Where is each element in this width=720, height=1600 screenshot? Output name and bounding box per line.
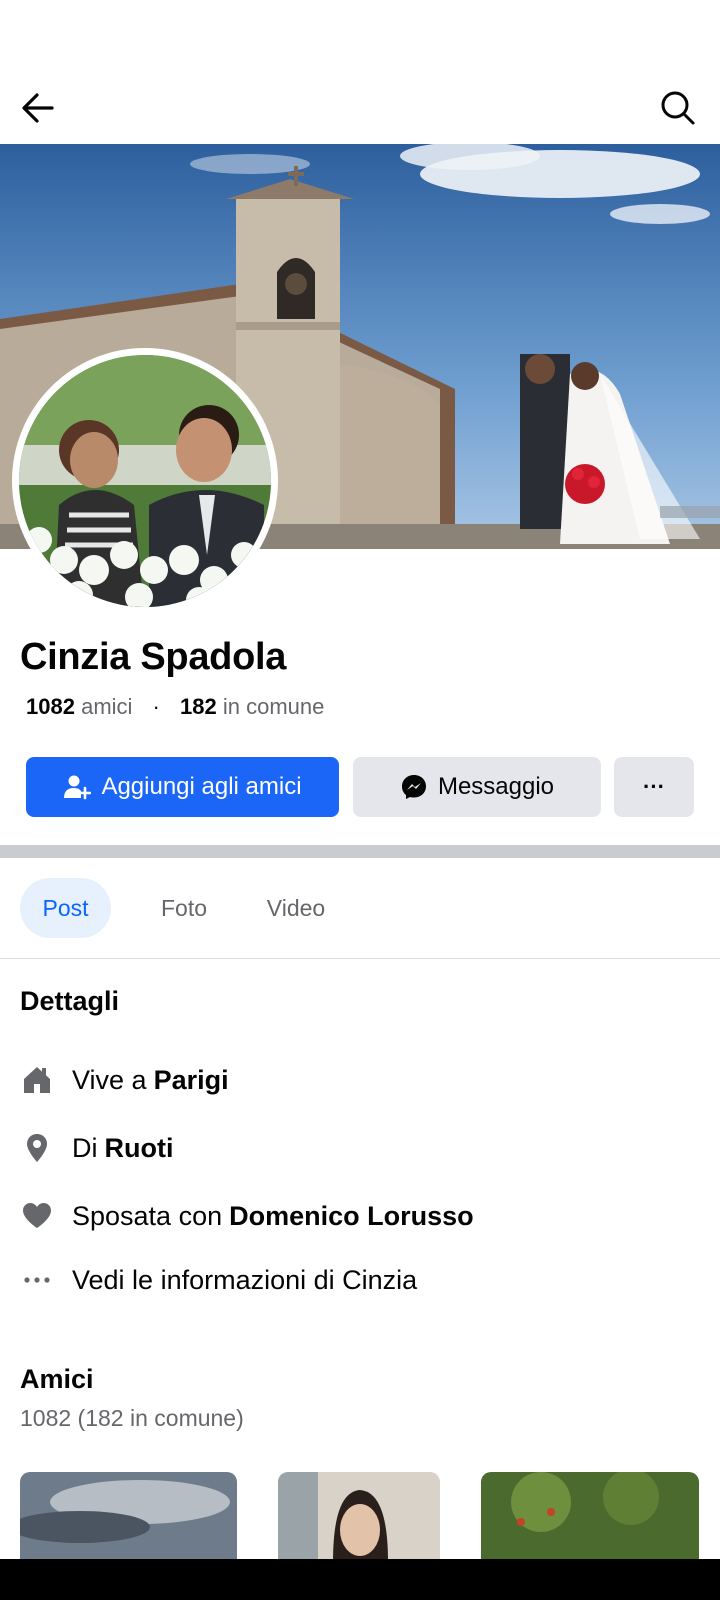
- system-navigation-bar: [0, 1559, 720, 1600]
- friends-count-line[interactable]: 1082 amici · 182 in comune: [26, 694, 324, 720]
- profile-name: Cinzia Spadola: [20, 636, 287, 678]
- back-arrow-icon[interactable]: [18, 88, 58, 128]
- add-friend-icon: [63, 773, 92, 801]
- more-options-icon: ···: [643, 774, 665, 799]
- message-label: Messaggio: [437, 773, 555, 800]
- detail-relationship-text: Sposata con: [72, 1200, 223, 1231]
- profile-picture[interactable]: [12, 348, 278, 614]
- section-divider: [0, 845, 720, 858]
- more-dots-icon: [20, 1263, 54, 1297]
- mutual-word: in comune: [222, 694, 325, 719]
- add-friend-label: Aggiungi agli amici: [101, 773, 302, 800]
- more-options-button[interactable]: ···: [614, 757, 694, 817]
- friend-photo[interactable]: [20, 1472, 237, 1562]
- detail-lives-in-value: Parigi: [153, 1064, 229, 1095]
- profile-actions: Aggiungi agli amici Messaggio ···: [26, 757, 694, 817]
- details-title: Dettagli: [20, 986, 120, 1016]
- detail-from-text: Di: [72, 1132, 98, 1163]
- heart-icon: [20, 1199, 54, 1233]
- detail-lives-in-text: Vive a: [72, 1064, 147, 1095]
- detail-from-value: Ruoti: [104, 1132, 174, 1163]
- friend-photo[interactable]: [481, 1472, 699, 1562]
- tab-post[interactable]: Post: [20, 878, 111, 938]
- home-icon: [20, 1063, 54, 1097]
- status-bar-area: [0, 0, 720, 70]
- tab-video[interactable]: Video: [246, 878, 346, 938]
- detail-relationship[interactable]: Sposata con Domenico Lorusso: [20, 1196, 700, 1236]
- friends-subtitle: 1082 (182 in comune): [20, 1405, 244, 1431]
- see-about-info-text: Vedi le informazioni di Cinzia: [72, 1264, 418, 1295]
- friends-count: 1082: [26, 694, 75, 719]
- search-icon[interactable]: [658, 88, 698, 128]
- mutual-count: 182: [180, 694, 217, 719]
- top-navigation-bar: [0, 70, 720, 144]
- detail-relationship-value: Domenico Lorusso: [229, 1200, 474, 1231]
- detail-from[interactable]: Di Ruoti: [20, 1128, 700, 1168]
- message-button[interactable]: Messaggio: [353, 757, 601, 817]
- friends-title: Amici: [20, 1364, 94, 1394]
- detail-lives-in[interactable]: Vive a Parigi: [20, 1060, 700, 1100]
- location-pin-icon: [20, 1131, 54, 1165]
- tab-foto[interactable]: Foto: [134, 878, 234, 938]
- friends-word: amici: [81, 694, 133, 719]
- messenger-icon: [400, 773, 428, 801]
- friend-photo[interactable]: [278, 1472, 440, 1562]
- separator-dot: ·: [152, 694, 160, 719]
- see-about-info[interactable]: Vedi le informazioni di Cinzia: [20, 1260, 700, 1300]
- add-friend-button[interactable]: Aggiungi agli amici: [26, 757, 339, 817]
- tabs-divider: [0, 958, 720, 959]
